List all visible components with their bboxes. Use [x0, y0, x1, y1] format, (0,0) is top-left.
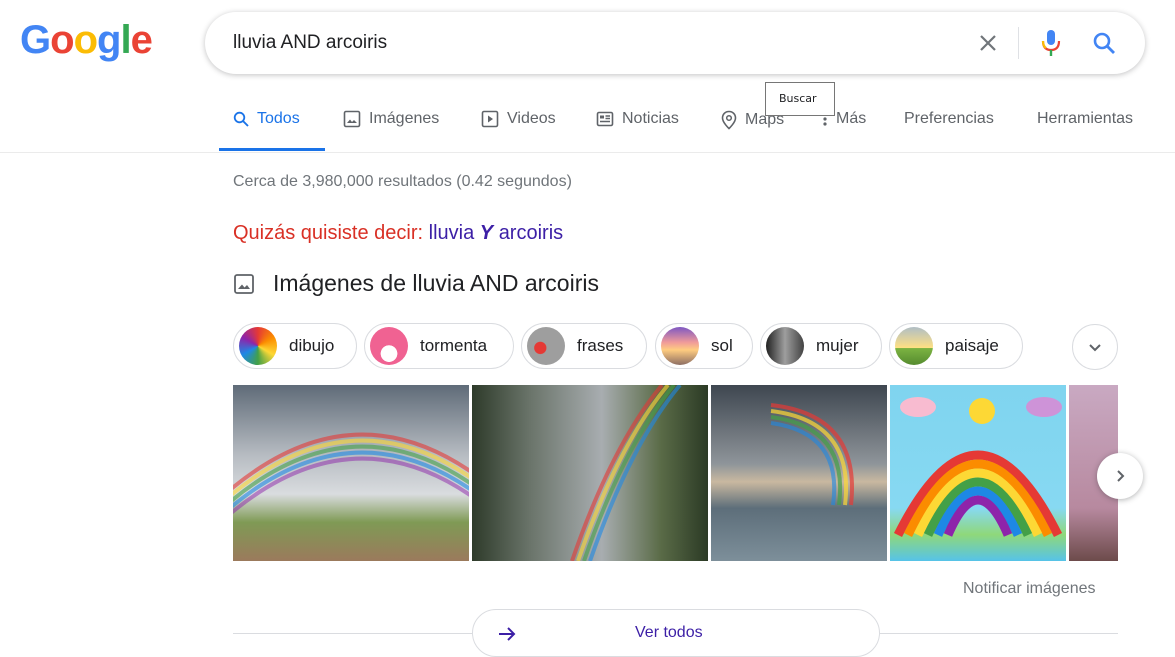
image-icon [343, 110, 361, 128]
chip-thumbnail [661, 327, 699, 365]
arrow-right-icon [499, 627, 516, 641]
active-tab-indicator [219, 148, 325, 151]
news-icon [596, 111, 614, 127]
view-all-label: Ver todos [635, 624, 703, 641]
microphone-icon [1041, 30, 1061, 56]
tab-videos[interactable]: Videos [481, 110, 556, 128]
chip-thumbnail [895, 327, 933, 365]
search-icon [1093, 32, 1115, 54]
tab-label: Más [836, 110, 867, 127]
report-images-link[interactable]: Notificar imágenes [963, 580, 1096, 598]
chip-label: mujer [816, 336, 859, 355]
chip-thumbnail [527, 327, 565, 365]
suggestion-emphasis: Y [479, 222, 494, 244]
chip-label: sol [711, 336, 733, 355]
suggestion-part: lluvia [428, 222, 475, 244]
chip-label: dibujo [289, 336, 335, 355]
did-you-mean: Quizás quisiste decir: lluvia Y arcoiris [233, 222, 563, 245]
rainbow-image [770, 403, 854, 506]
divider [880, 633, 1118, 634]
chip-dibujo[interactable]: dibujo [233, 323, 357, 369]
logo-letter: o [73, 18, 98, 62]
tab-imagenes[interactable]: Imágenes [343, 110, 439, 128]
image-result[interactable] [890, 385, 1066, 561]
tab-noticias[interactable]: Noticias [596, 110, 679, 128]
search-icon [233, 111, 249, 127]
expand-chips-button[interactable] [1072, 324, 1118, 370]
google-logo[interactable]: Google [20, 18, 153, 63]
divider [1018, 27, 1019, 59]
image-result[interactable] [233, 385, 469, 561]
chip-sol[interactable]: sol [655, 323, 753, 369]
logo-letter: o [50, 18, 74, 62]
did-you-mean-label: Quizás quisiste decir: [233, 222, 424, 244]
search-tooltip: Buscar [765, 82, 835, 116]
tab-herramientas[interactable]: Herramientas [1037, 110, 1133, 128]
clear-button[interactable] [975, 30, 1001, 56]
chip-thumbnail [239, 327, 277, 365]
logo-letter: G [20, 18, 51, 62]
chip-label: frases [577, 336, 624, 355]
rainbow-image [893, 397, 1063, 538]
tab-todos[interactable]: Todos [233, 110, 300, 128]
image-result[interactable] [472, 385, 708, 561]
chip-paisaje[interactable]: paisaje [889, 323, 1023, 369]
voice-search-button[interactable] [1038, 28, 1064, 58]
tab-label: Imágenes [369, 110, 440, 127]
suggestion-part: arcoiris [498, 222, 564, 244]
play-icon [481, 110, 499, 128]
image-result[interactable] [711, 385, 887, 561]
images-heading[interactable]: Imágenes de lluvia AND arcoiris [233, 270, 599, 297]
tab-label: Noticias [622, 110, 679, 127]
view-all-button[interactable]: Ver todos [472, 609, 880, 657]
logo-letter: e [130, 18, 153, 62]
tab-label: Todos [257, 110, 300, 127]
logo-letter: l [120, 18, 131, 62]
search-button[interactable] [1090, 29, 1118, 57]
tab-label: Preferencias [904, 110, 994, 127]
divider [233, 633, 472, 634]
suggestion-link[interactable]: lluvia Y arcoiris [429, 222, 564, 244]
search-tabs: Todos Imágenes Videos Noticias Maps Más … [0, 106, 1175, 153]
tab-preferencias[interactable]: Preferencias [904, 110, 994, 128]
rainbow-image [570, 385, 682, 561]
logo-letter: g [97, 18, 121, 62]
search-box[interactable]: lluvia AND arcoiris [205, 12, 1145, 74]
chip-thumbnail [766, 327, 804, 365]
image-icon [234, 273, 254, 294]
result-stats: Cerca de 3,980,000 resultados (0.42 segu… [233, 173, 572, 190]
chip-mujer[interactable]: mujer [760, 323, 882, 369]
chevron-down-icon [1089, 344, 1101, 352]
tab-label: Videos [507, 110, 556, 127]
pin-icon [721, 110, 737, 130]
chip-frases[interactable]: frases [521, 323, 647, 369]
close-icon [980, 35, 996, 51]
rainbow-image [233, 432, 469, 515]
next-images-button[interactable] [1097, 453, 1143, 499]
chip-label: paisaje [945, 336, 999, 355]
search-input[interactable]: lluvia AND arcoiris [233, 32, 387, 54]
chip-thumbnail [370, 327, 408, 365]
chevron-right-icon [1117, 470, 1125, 482]
chip-tormenta[interactable]: tormenta [364, 323, 514, 369]
images-heading-text: Imágenes de lluvia AND arcoiris [273, 270, 599, 296]
chip-label: tormenta [420, 336, 488, 355]
tab-label: Herramientas [1037, 110, 1134, 127]
